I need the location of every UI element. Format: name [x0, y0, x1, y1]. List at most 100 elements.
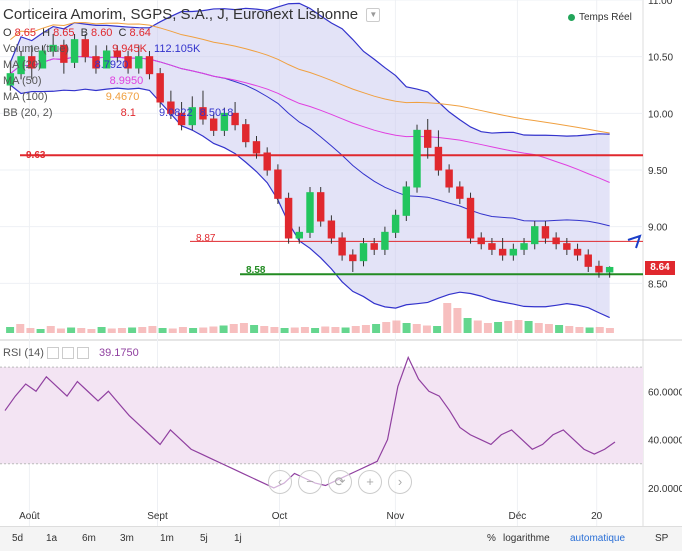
candle-body	[477, 237, 485, 245]
tf-1m[interactable]: 1m	[160, 533, 174, 544]
x-tick-label: Août	[19, 511, 40, 522]
candle-body	[573, 248, 582, 256]
candle-body	[252, 141, 261, 154]
volume-bar	[473, 320, 482, 333]
candle-body	[274, 169, 282, 199]
level-label-963: 9.63	[26, 150, 46, 161]
volume-bar	[148, 326, 157, 333]
candle-body	[413, 129, 421, 188]
rsi-tick-label: 60.0000	[648, 387, 682, 398]
candle-body	[242, 124, 250, 143]
candle-body	[145, 56, 154, 75]
volume-bar	[56, 328, 65, 333]
volume-bar	[321, 326, 330, 333]
x-tick-label: 20	[591, 511, 603, 522]
rsi-legend[interactable]: RSI (14) 39.1750	[3, 347, 139, 360]
candle-body	[295, 231, 304, 239]
volume-bar	[534, 323, 543, 333]
bb-value-1: 8.1	[120, 107, 136, 119]
ma50-value: 8.9950	[109, 75, 144, 87]
tf-6m[interactable]: 6m	[82, 533, 96, 544]
volume-bar	[97, 327, 106, 333]
volume-bar	[219, 325, 228, 333]
ohlc-readout: O 8.65 H 8.65 B 8.60 C 8.64	[3, 27, 154, 39]
close-label: C	[118, 27, 127, 39]
candle-body	[263, 152, 271, 171]
zoom-in-button[interactable]: +	[358, 470, 382, 494]
volume-bar	[209, 326, 218, 333]
chevron-down-icon[interactable]: ▼	[366, 8, 381, 23]
candle-body	[531, 226, 539, 245]
volume-bar	[524, 321, 533, 333]
zoom-controls: ‹ − ⟳ + ›	[268, 470, 412, 494]
rsi-tick-label: 40.0000	[648, 436, 682, 447]
ma50-label: MA (50)	[3, 75, 42, 87]
sp-toggle[interactable]: SP	[655, 533, 668, 544]
candle-body	[135, 56, 143, 69]
volume-bar	[463, 318, 472, 333]
y-tick-label: 10.50	[648, 53, 673, 64]
candle-body	[434, 146, 443, 171]
tf-5j[interactable]: 5j	[200, 533, 208, 544]
bb-indicator[interactable]: BB (20, 2) 8.1 9.0822 8.5018	[3, 107, 233, 119]
volume-bar	[280, 328, 289, 333]
bb-value-3: 8.5018	[199, 107, 234, 119]
reset-button[interactable]: ⟳	[328, 470, 352, 494]
scroll-left-button[interactable]: ‹	[268, 470, 292, 494]
zoom-out-button[interactable]: −	[298, 470, 322, 494]
y-tick-label: 8.50	[648, 279, 668, 290]
rsi-value: 39.1750	[98, 347, 139, 359]
candle-body	[306, 192, 314, 233]
candle-body	[445, 169, 453, 188]
status-dot-icon	[568, 13, 575, 21]
volume-bar	[260, 326, 269, 333]
volume-bar	[565, 326, 574, 333]
volume-bar	[36, 329, 45, 333]
tf-1a[interactable]: 1a	[46, 533, 57, 544]
bb-value-2: 9.0822	[158, 107, 193, 119]
volume-value-2: 112.105K	[154, 43, 201, 55]
low-label: B	[80, 27, 88, 39]
percent-toggle[interactable]: %	[487, 533, 496, 544]
volume-indicator[interactable]: Volume (true) 9.945K 112.105K	[3, 43, 200, 55]
volume-bar	[290, 327, 299, 333]
volume-bar	[392, 320, 401, 333]
ma50-indicator[interactable]: MA (50) 8.9950	[3, 75, 143, 87]
close-icon[interactable]	[61, 347, 74, 360]
candle-body	[349, 254, 357, 262]
high-label: H	[42, 27, 51, 39]
close-value: 8.64	[129, 27, 151, 39]
expand-icon[interactable]	[76, 347, 89, 360]
auto-toggle[interactable]: automatique	[570, 533, 625, 544]
scroll-right-button[interactable]: ›	[388, 470, 412, 494]
chart-header: Corticeira Amorim, SGPS, S.A., J, Eurone…	[3, 6, 381, 23]
realtime-indicator: Temps Réel	[568, 12, 632, 23]
volume-bar	[504, 321, 513, 333]
volume-bar	[189, 328, 198, 333]
tf-1j[interactable]: 1j	[234, 533, 242, 544]
volume-bar	[494, 322, 503, 333]
volume-bar	[433, 326, 442, 333]
volume-bar	[77, 328, 86, 333]
volume-bar	[483, 323, 492, 333]
tf-3m[interactable]: 3m	[120, 533, 134, 544]
volume-bar	[595, 327, 604, 333]
volume-bar	[229, 324, 238, 333]
candle-body	[402, 186, 411, 216]
volume-bar	[351, 326, 360, 333]
volume-bar	[372, 324, 381, 333]
volume-bar	[46, 326, 55, 333]
ma100-indicator[interactable]: MA (100) 9.4670	[3, 91, 139, 103]
volume-bar	[128, 327, 137, 333]
volume-bar	[585, 327, 594, 333]
volume-bar	[16, 324, 25, 333]
tf-5d[interactable]: 5d	[12, 533, 23, 544]
settings-icon[interactable]	[46, 347, 59, 360]
candle-body	[509, 248, 518, 256]
candle-body	[488, 243, 496, 250]
y-tick-label: 10.00	[648, 109, 673, 120]
candle-body	[605, 266, 614, 273]
log-toggle[interactable]: logarithme	[503, 533, 550, 544]
ma20-indicator[interactable]: MA (20) 8.7920	[3, 59, 128, 71]
volume-bar	[87, 329, 96, 333]
